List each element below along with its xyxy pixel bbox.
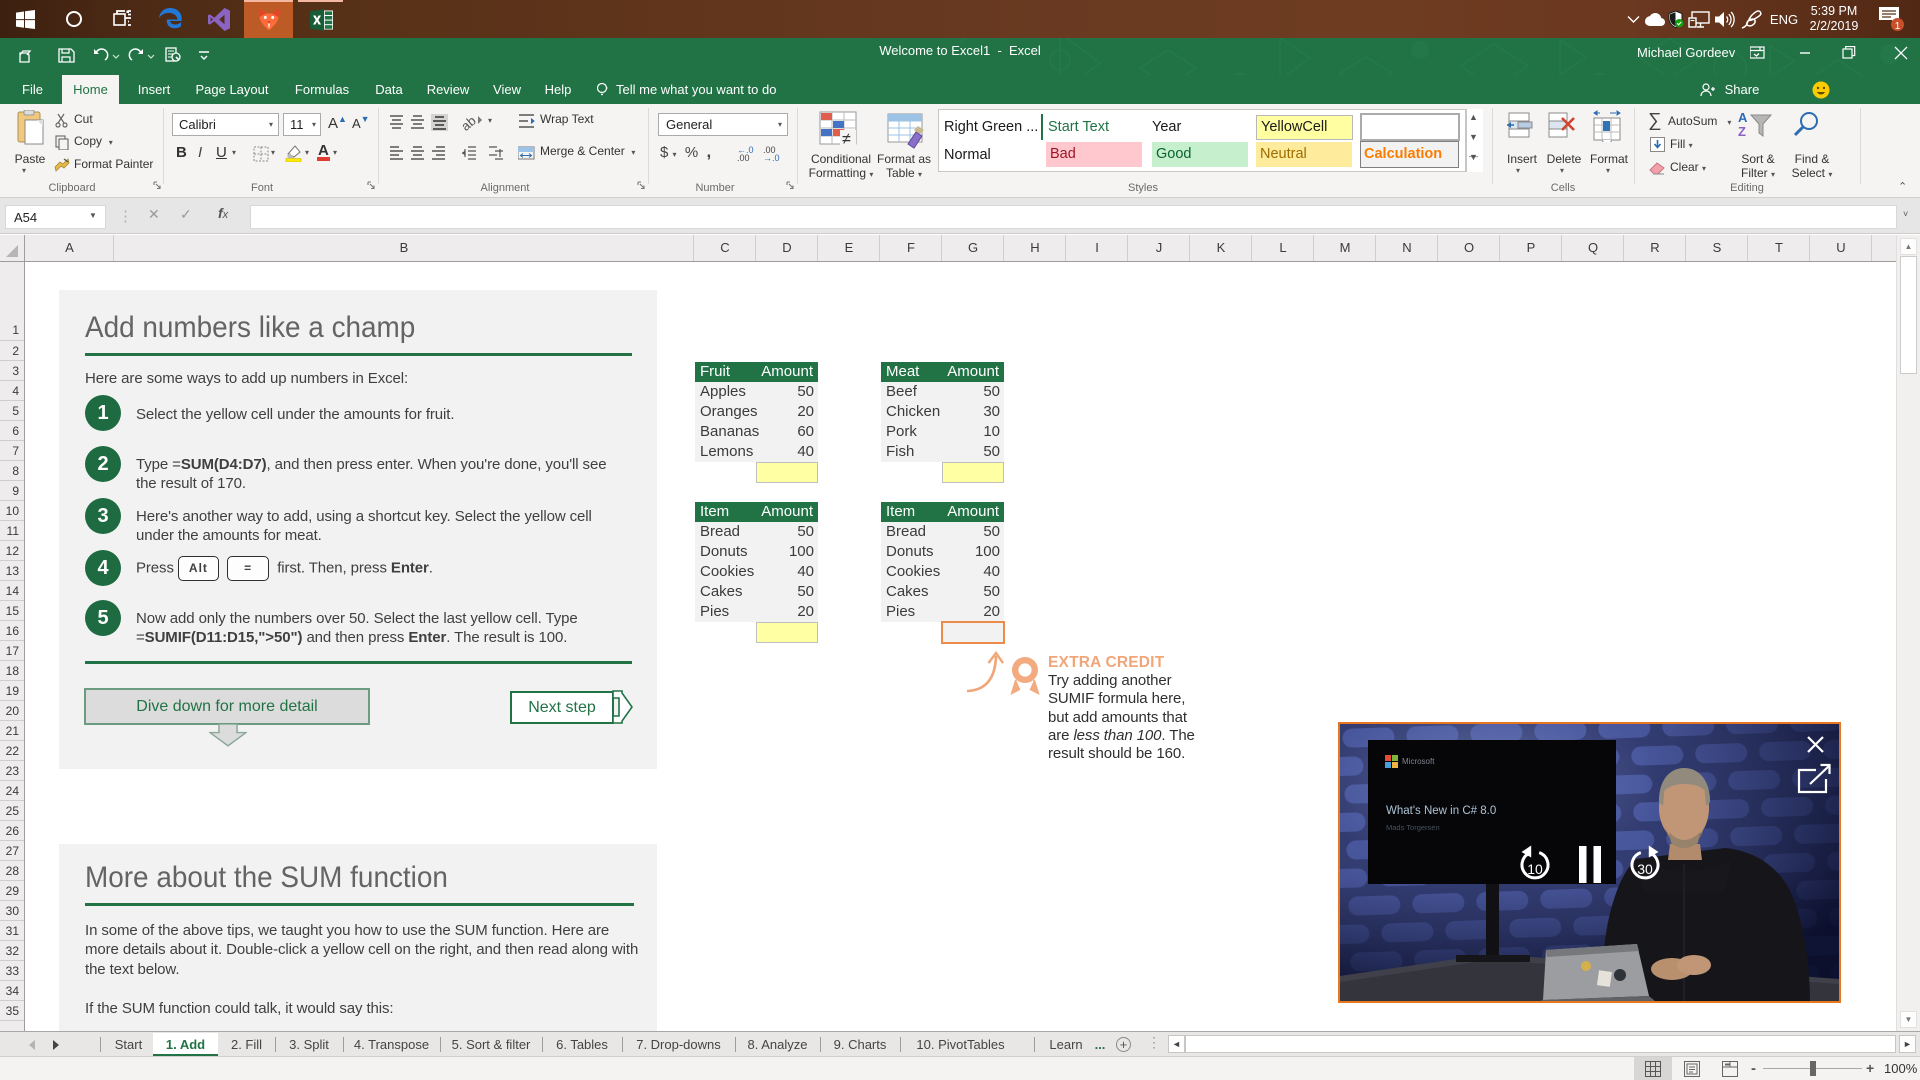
svg-text:30: 30: [1637, 861, 1653, 877]
svg-text:≠: ≠: [842, 131, 851, 148]
svg-text:→.0: →.0: [763, 153, 780, 162]
svg-text:.00: .00: [737, 153, 750, 162]
svg-text:10: 10: [1527, 861, 1543, 877]
svg-text:Mads Torgersen: Mads Torgersen: [1386, 823, 1440, 832]
svg-text:What's New in C# 8.0: What's New in C# 8.0: [1386, 805, 1496, 817]
svg-text:ab: ab: [462, 113, 479, 132]
svg-text:Microsoft: Microsoft: [1402, 757, 1435, 766]
svg-text:1: 1: [1894, 21, 1900, 32]
